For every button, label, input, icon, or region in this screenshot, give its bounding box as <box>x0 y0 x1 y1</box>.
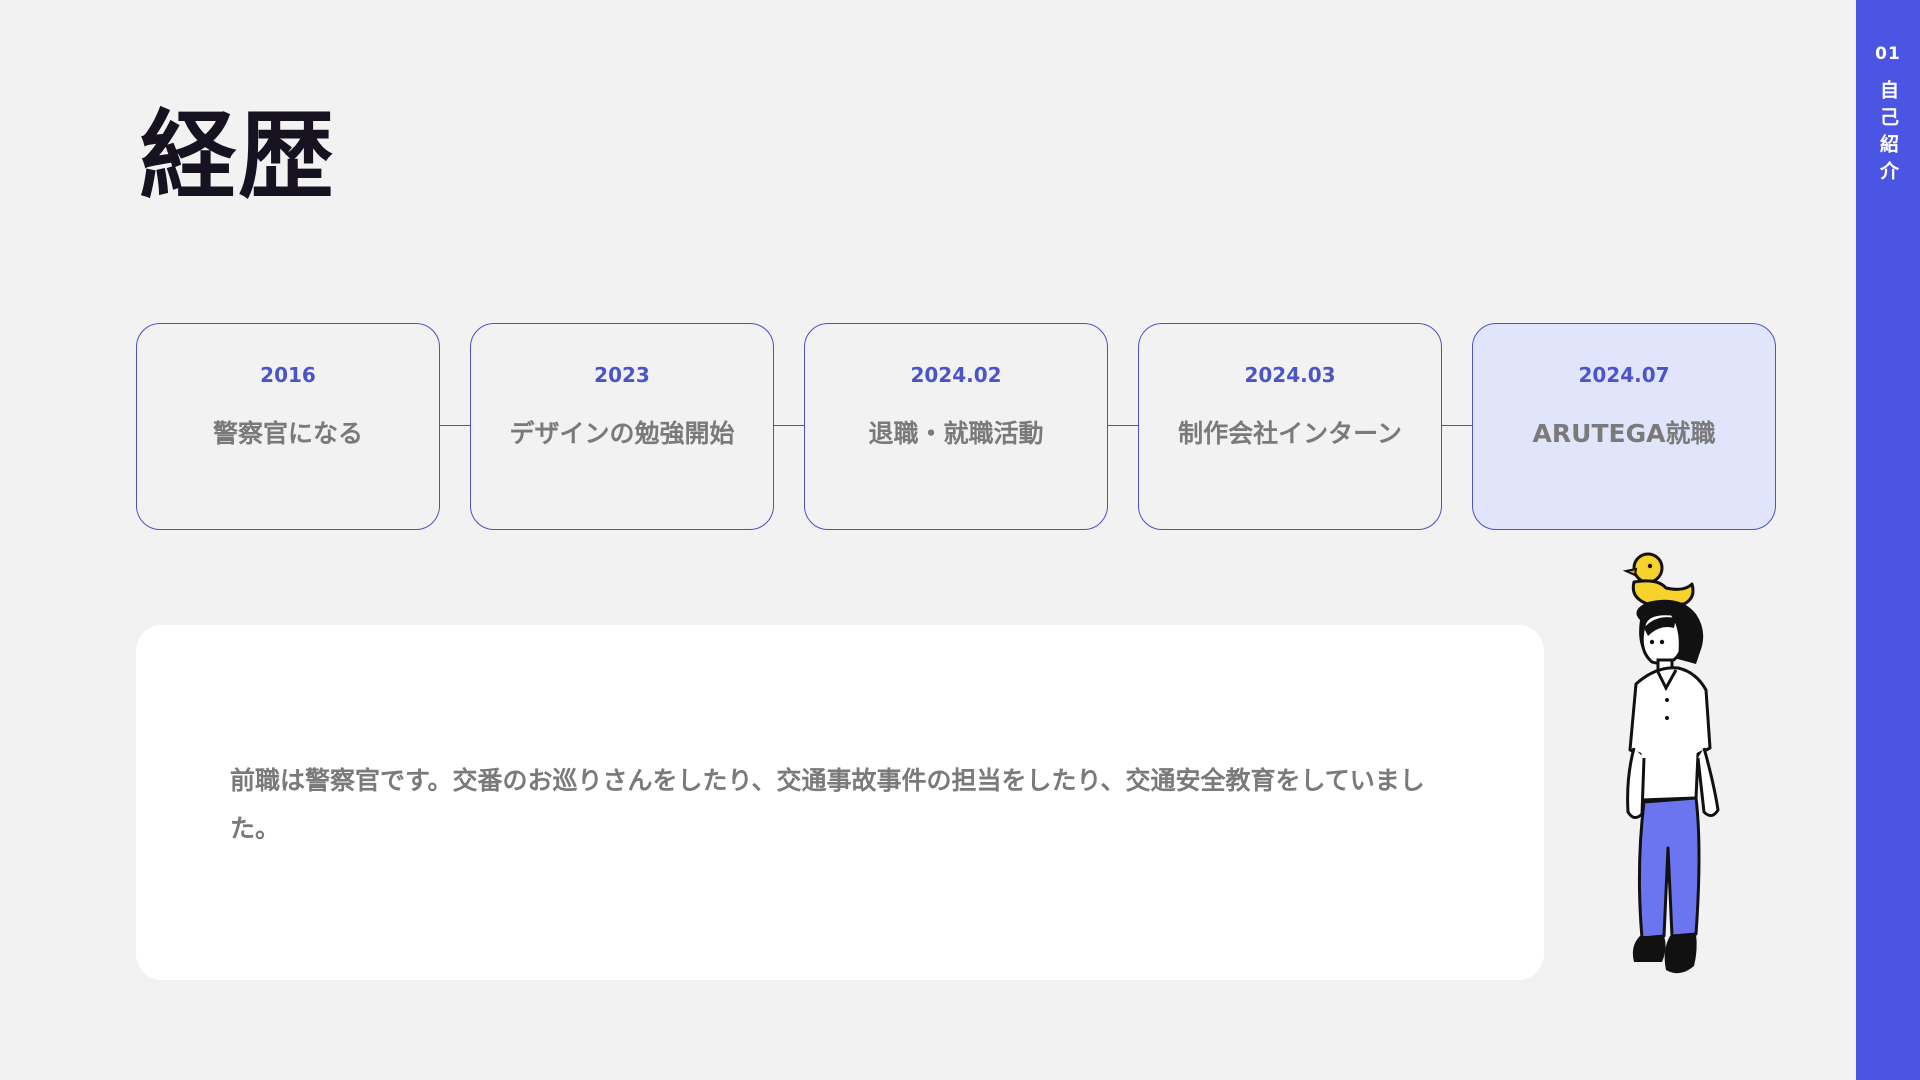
timeline-year: 2024.03 <box>1244 363 1336 387</box>
side-nav: 01 自己紹介 <box>1856 0 1920 1080</box>
timeline-label: 制作会社インターン <box>1178 419 1402 448</box>
timeline-year: 2023 <box>594 363 650 387</box>
description-card: 前職は警察官です。交番のお巡りさんをしたり、交通事故事件の担当をしたり、交通安全… <box>136 625 1544 980</box>
timeline-label: 警察官になる <box>212 419 363 448</box>
timeline-item: 2016 警察官になる <box>136 323 440 530</box>
slide: 経歴 01 自己紹介 2016 警察官になる 2023 デザインの勉強開始 20… <box>0 0 1920 1080</box>
timeline-label: ARUTEGA就職 <box>1532 419 1716 448</box>
timeline-year: 2024.02 <box>910 363 1002 387</box>
timeline-item: 2024.02 退職・就職活動 <box>804 323 1108 530</box>
timeline: 2016 警察官になる 2023 デザインの勉強開始 2024.02 退職・就職… <box>136 323 1776 530</box>
duck-icon <box>1622 552 1695 606</box>
timeline-year: 2016 <box>260 363 316 387</box>
timeline-year: 2024.07 <box>1578 363 1670 387</box>
page-title: 経歴 <box>140 100 336 212</box>
side-nav-number: 01 <box>1875 44 1901 64</box>
timeline-label: 退職・就職活動 <box>868 419 1044 448</box>
timeline-item: 2024.03 制作会社インターン <box>1138 323 1442 530</box>
side-nav-label: 自己紹介 <box>1877 80 1899 188</box>
timeline-label: デザインの勉強開始 <box>509 419 735 448</box>
person-with-duck-illustration <box>1622 552 1720 974</box>
description-text: 前職は警察官です。交番のお巡りさんをしたり、交通事故事件の担当をしたり、交通安全… <box>230 766 1425 843</box>
timeline-item-current: 2024.07 ARUTEGA就職 <box>1472 323 1776 530</box>
timeline-item: 2023 デザインの勉強開始 <box>470 323 774 530</box>
